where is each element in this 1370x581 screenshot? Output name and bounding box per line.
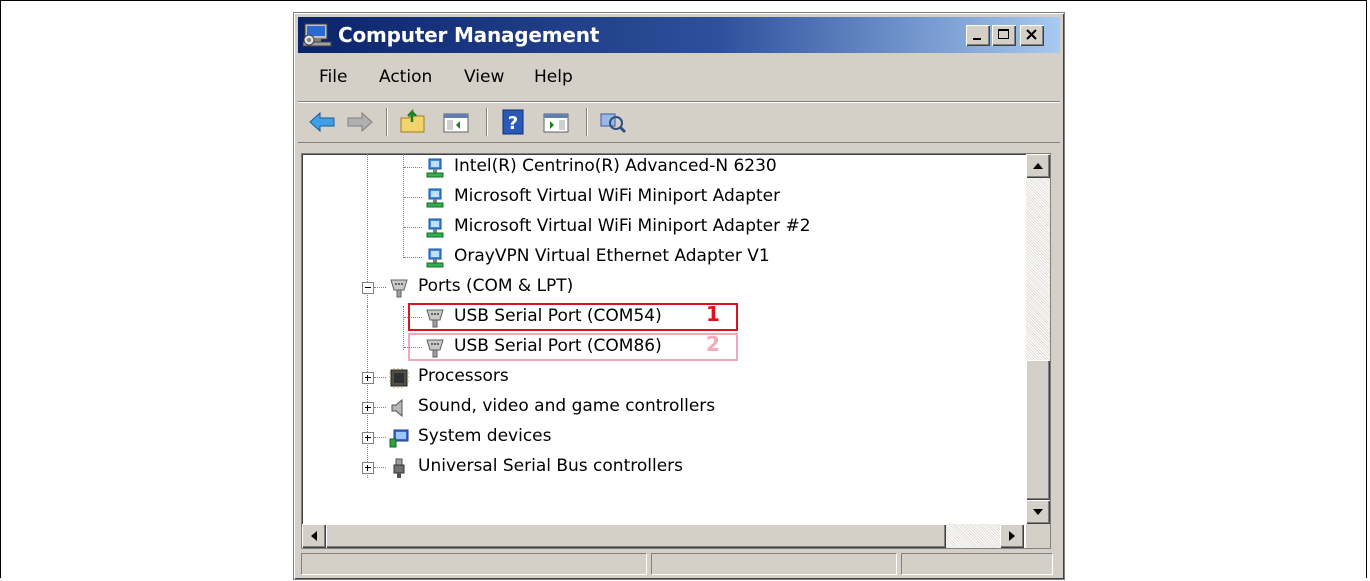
vertical-scrollbar[interactable] (1026, 154, 1050, 524)
show-hide-console-tree-icon[interactable] (442, 110, 472, 134)
device-tree-pane: Intel(R) Centrino(R) Advanced-N 6230 Mic… (301, 153, 1051, 549)
expand-icon[interactable] (362, 402, 374, 414)
minimize-button[interactable] (966, 25, 990, 46)
status-bar (298, 553, 1060, 575)
network-adapter-icon (426, 248, 444, 268)
status-panel (901, 553, 1053, 575)
minimize-icon (973, 38, 981, 40)
menu-view[interactable]: View (464, 67, 504, 87)
processor-icon (389, 368, 409, 388)
network-adapter-icon (426, 218, 444, 238)
tree-item-com-port[interactable]: USB Serial Port (COM54) 1 (302, 302, 1022, 332)
menu-bar: File Action View Help (298, 57, 1060, 97)
system-devices-icon (389, 429, 409, 448)
collapse-icon[interactable] (362, 282, 374, 294)
tree-item-label: System devices (418, 426, 552, 446)
menu-action[interactable]: Action (379, 67, 432, 87)
close-button[interactable] (1020, 25, 1044, 46)
scroll-left-button[interactable] (302, 524, 326, 548)
arrow-right-icon (1009, 531, 1015, 541)
tree-category-processors[interactable]: Processors (302, 364, 1022, 392)
scroll-up-button[interactable] (1026, 154, 1050, 178)
menu-file[interactable]: File (319, 67, 347, 87)
tree-item-label: OrayVPN Virtual Ethernet Adapter V1 (454, 246, 770, 266)
tree-category-usb-controllers[interactable]: Universal Serial Bus controllers (302, 454, 1022, 482)
window-title: Computer Management (338, 23, 600, 47)
tree-item-network-adapter[interactable]: Intel(R) Centrino(R) Advanced-N 6230 (302, 154, 1022, 182)
horizontal-scrollbar[interactable] (302, 524, 1024, 548)
speaker-icon (391, 398, 403, 418)
menu-help[interactable]: Help (534, 67, 573, 87)
scrollbar-corner (1026, 524, 1050, 548)
up-folder-icon[interactable] (398, 108, 428, 136)
device-tree: Intel(R) Centrino(R) Advanced-N 6230 Mic… (302, 154, 1024, 524)
tree-item-label: USB Serial Port (COM86) (454, 336, 662, 356)
title-bar[interactable]: Computer Management (298, 17, 1060, 53)
port-icon (390, 279, 408, 298)
status-panel (301, 553, 647, 575)
tree-item-network-adapter[interactable]: Microsoft Virtual WiFi Miniport Adapter (302, 184, 1022, 212)
expand-icon[interactable] (362, 462, 374, 474)
maximize-button[interactable] (992, 25, 1016, 46)
tree-item-label: Processors (418, 366, 509, 386)
toolbar: ? (298, 101, 1060, 143)
expand-icon[interactable] (362, 432, 374, 444)
tree-category-ports[interactable]: Ports (COM & LPT) (302, 274, 1022, 302)
tree-category-sound[interactable]: Sound, video and game controllers (302, 394, 1022, 422)
forward-arrow-icon[interactable] (344, 110, 374, 134)
arrow-down-icon (1033, 509, 1043, 515)
horizontal-scroll-thumb[interactable] (326, 524, 946, 548)
tree-category-system-devices[interactable]: System devices (302, 424, 1022, 452)
expand-icon[interactable] (362, 372, 374, 384)
scroll-down-button[interactable] (1026, 500, 1050, 524)
show-hide-action-pane-icon[interactable] (542, 110, 572, 134)
tree-item-com-port[interactable]: USB Serial Port (COM86) 2 (302, 332, 1022, 362)
maximize-icon (998, 29, 1009, 39)
vertical-scroll-thumb[interactable] (1026, 360, 1050, 500)
back-arrow-icon[interactable] (308, 110, 338, 134)
close-icon (1026, 29, 1037, 40)
status-panel (651, 553, 897, 575)
usb-plug-icon (393, 458, 405, 478)
arrow-left-icon (311, 531, 317, 541)
computer-management-icon (302, 23, 332, 47)
port-icon (426, 309, 444, 328)
tree-item-label: Sound, video and game controllers (418, 396, 716, 416)
tree-item-label: Universal Serial Bus controllers (418, 456, 684, 476)
help-icon[interactable]: ? (500, 108, 528, 136)
annotation-number-2: 2 (706, 332, 720, 356)
tree-item-label: Microsoft Virtual WiFi Miniport Adapter (454, 186, 781, 206)
network-adapter-icon (426, 188, 444, 208)
tree-item-label: Ports (COM & LPT) (418, 276, 574, 296)
tree-item-label: Microsoft Virtual WiFi Miniport Adapter … (454, 216, 811, 236)
arrow-up-icon (1033, 163, 1043, 169)
tree-item-label: Intel(R) Centrino(R) Advanced-N 6230 (454, 156, 777, 176)
scroll-right-button[interactable] (1000, 524, 1024, 548)
annotation-number-1: 1 (706, 302, 720, 326)
computer-management-window: Computer Management File Action View Hel… (293, 12, 1065, 580)
scan-hardware-changes-icon[interactable] (598, 108, 628, 136)
tree-item-network-adapter[interactable]: Microsoft Virtual WiFi Miniport Adapter … (302, 214, 1022, 242)
tree-item-label: USB Serial Port (COM54) (454, 306, 662, 326)
tree-item-network-adapter[interactable]: OrayVPN Virtual Ethernet Adapter V1 (302, 244, 1022, 272)
network-adapter-icon (426, 158, 444, 178)
port-icon (426, 339, 444, 358)
svg-text:?: ? (508, 113, 518, 134)
